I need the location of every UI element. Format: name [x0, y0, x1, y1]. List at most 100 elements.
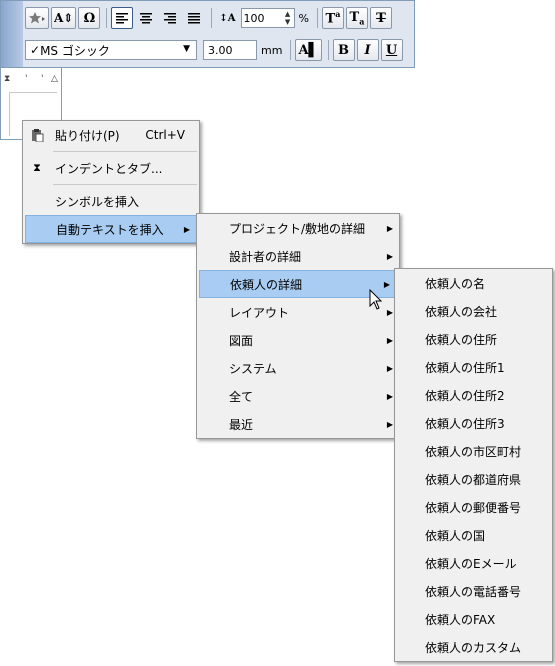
- menu-item-system[interactable]: システム ▶: [197, 354, 399, 382]
- menu-item-client-company[interactable]: 依頼人の会社: [395, 297, 552, 325]
- italic-icon[interactable]: I: [356, 39, 379, 61]
- bold-icon[interactable]: B: [332, 39, 355, 61]
- strikethrough-icon[interactable]: T: [369, 7, 392, 29]
- stepper-arrows-icon[interactable]: ▲ ▼: [283, 10, 293, 26]
- menu-item-client-address[interactable]: 依頼人の住所: [395, 325, 552, 353]
- superscript-icon[interactable]: Ta: [321, 7, 344, 29]
- separator: [316, 8, 318, 28]
- font-size-field[interactable]: 3.00: [203, 40, 257, 60]
- toolbar-row-2: ✓ MS ゴシック ▼ 3.00 mm A▌ B I U: [25, 37, 405, 63]
- font-size-value[interactable]: 3.00: [208, 44, 233, 57]
- submenu-arrow-icon: ▶: [386, 335, 393, 345]
- menu-item-label: 依頼人のEメール: [425, 556, 517, 571]
- mouse-pointer-icon: [369, 289, 383, 310]
- menu-item-label: インデントとタブ...: [55, 161, 163, 176]
- menu-item-label: 図面: [229, 333, 254, 348]
- menu-item-label: 依頼人のカスタム: [425, 640, 522, 655]
- menu-item-indents-tabs[interactable]: ⧗ インデントとタブ...: [23, 154, 199, 182]
- menu-item-label: 依頼人の電話番号: [425, 584, 522, 599]
- menu-item-label: レイアウト: [229, 305, 290, 320]
- submenu-arrow-icon: ▶: [386, 363, 393, 373]
- text-area-edge: [9, 92, 57, 93]
- subscript-icon[interactable]: Ta: [345, 7, 368, 29]
- menu-item-project-site[interactable]: プロジェクト/敷地の詳細 ▶: [197, 214, 399, 242]
- font-select[interactable]: ✓ MS ゴシック ▼: [25, 40, 197, 60]
- indent-tabs-icon: ⧗: [33, 161, 41, 174]
- menu-item-client[interactable]: 依頼人の詳細 ▶: [199, 270, 397, 298]
- align-left-icon[interactable]: [111, 7, 134, 29]
- menu-item-client-postal-code[interactable]: 依頼人の郵便番号: [395, 493, 552, 521]
- menu-item-recent[interactable]: 最近 ▶: [197, 410, 399, 438]
- menu-item-client-address2[interactable]: 依頼人の住所2: [395, 381, 552, 409]
- menu-item-label: 依頼人の市区町村: [425, 444, 522, 459]
- align-justify-icon[interactable]: [183, 7, 205, 29]
- submenu-arrow-icon: ▶: [386, 419, 393, 429]
- ruler-tick: ': [25, 74, 28, 84]
- menu-item-label: 依頼人の住所1: [425, 360, 505, 375]
- menu-item-client-city[interactable]: 依頼人の市区町村: [395, 437, 552, 465]
- menu-item-paste[interactable]: 貼り付け(P) Ctrl+V: [23, 121, 199, 149]
- menu-item-label: 貼り付け(P): [55, 128, 120, 143]
- favorites-star-icon[interactable]: [25, 7, 49, 29]
- align-center-icon[interactable]: [135, 7, 157, 29]
- menu-item-client-address1[interactable]: 依頼人の住所1: [395, 353, 552, 381]
- menu-item-client-phone[interactable]: 依頼人の電話番号: [395, 577, 552, 605]
- menu-item-label: システム: [229, 361, 277, 376]
- menu-item-client-fax[interactable]: 依頼人のFAX: [395, 605, 552, 633]
- menu-item-client-name[interactable]: 依頼人の名: [395, 269, 552, 297]
- menu-item-client-country[interactable]: 依頼人の国: [395, 521, 552, 549]
- menu-item-client-email[interactable]: 依頼人のEメール: [395, 549, 552, 577]
- menu-item-label: 依頼人の住所: [425, 332, 498, 347]
- menu-item-client-prefecture[interactable]: 依頼人の都道府県: [395, 465, 552, 493]
- menu-item-label: プロジェクト/敷地の詳細: [229, 221, 366, 236]
- menu-item-label: 依頼人のFAX: [425, 612, 496, 627]
- menu-item-insert-symbol[interactable]: シンボルを挿入: [23, 187, 199, 215]
- autotext-submenu: プロジェクト/敷地の詳細 ▶ 設計者の詳細 ▶ 依頼人の詳細 ▶ レイアウト ▶…: [196, 213, 400, 439]
- menu-item-all[interactable]: 全て ▶: [197, 382, 399, 410]
- menu-item-shortcut: Ctrl+V: [145, 128, 185, 142]
- text-area-edge: [9, 92, 10, 136]
- menu-item-drawing[interactable]: 図面 ▶: [197, 326, 399, 354]
- separator: [290, 40, 292, 60]
- submenu-arrow-icon: ▶: [383, 279, 390, 289]
- menu-item-insert-autotext[interactable]: 自動テキストを挿入 ▶: [25, 215, 197, 243]
- submenu-arrow-icon: ▶: [183, 224, 190, 234]
- submenu-arrow-icon: ▶: [386, 251, 393, 261]
- leading-stepper[interactable]: 100 ▲ ▼: [240, 8, 295, 28]
- submenu-arrow-icon: ▶: [386, 391, 393, 401]
- menu-item-label: 依頼人の名: [425, 276, 486, 291]
- menu-item-label: 依頼人の会社: [425, 304, 498, 319]
- menu-item-designer[interactable]: 設計者の詳細 ▶: [197, 242, 399, 270]
- leading-value[interactable]: 100: [244, 12, 265, 25]
- right-indent-marker-icon[interactable]: △: [51, 74, 58, 84]
- menu-item-label: 依頼人の住所2: [425, 388, 505, 403]
- toolbar-row-1: A⇕ Ω ↕A 100 ▲ ▼ % Ta Ta T: [25, 5, 394, 31]
- menu-item-client-address3[interactable]: 依頼人の住所3: [395, 409, 552, 437]
- submenu-arrow-icon: ▶: [386, 307, 393, 317]
- line-spacing-icon: ↕A: [219, 12, 236, 24]
- menu-item-label: 最近: [229, 417, 254, 432]
- menu-item-label: 依頼人の郵便番号: [425, 500, 522, 515]
- font-check-icon: ✓: [30, 43, 41, 57]
- menu-item-label: 全て: [229, 389, 254, 404]
- indent-marker-icon[interactable]: ⧗: [4, 74, 10, 84]
- autofit-text-icon[interactable]: A⇕: [51, 7, 77, 29]
- menu-item-label: シンボルを挿入: [55, 194, 140, 209]
- menu-item-client-custom[interactable]: 依頼人のカスタム: [395, 633, 552, 661]
- menu-item-label: 依頼人の詳細: [230, 277, 303, 292]
- insert-symbol-omega-icon[interactable]: Ω: [78, 7, 101, 29]
- align-right-icon[interactable]: [159, 7, 181, 29]
- toolbar-grip[interactable]: [1, 1, 23, 67]
- leading-unit: %: [298, 11, 309, 25]
- menu-item-label: 設計者の詳細: [229, 249, 302, 264]
- menu-item-label: 依頼人の国: [425, 528, 486, 543]
- underline-icon[interactable]: U: [380, 39, 403, 61]
- separator: [106, 8, 108, 28]
- dropdown-arrow-icon[interactable]: ▼: [183, 44, 190, 54]
- separator: [327, 40, 329, 60]
- menu-separator: [53, 151, 197, 152]
- context-menu: 貼り付け(P) Ctrl+V ⧗ インデントとタブ... シンボルを挿入 自動テ…: [22, 120, 200, 244]
- text-format-toolbar: A⇕ Ω ↕A 100 ▲ ▼ % Ta Ta T ✓ MS ゴシック ▼ 3.…: [0, 0, 415, 68]
- text-color-icon[interactable]: A▌: [295, 39, 322, 61]
- client-details-submenu: 依頼人の名 依頼人の会社 依頼人の住所 依頼人の住所1 依頼人の住所2 依頼人の…: [394, 268, 553, 662]
